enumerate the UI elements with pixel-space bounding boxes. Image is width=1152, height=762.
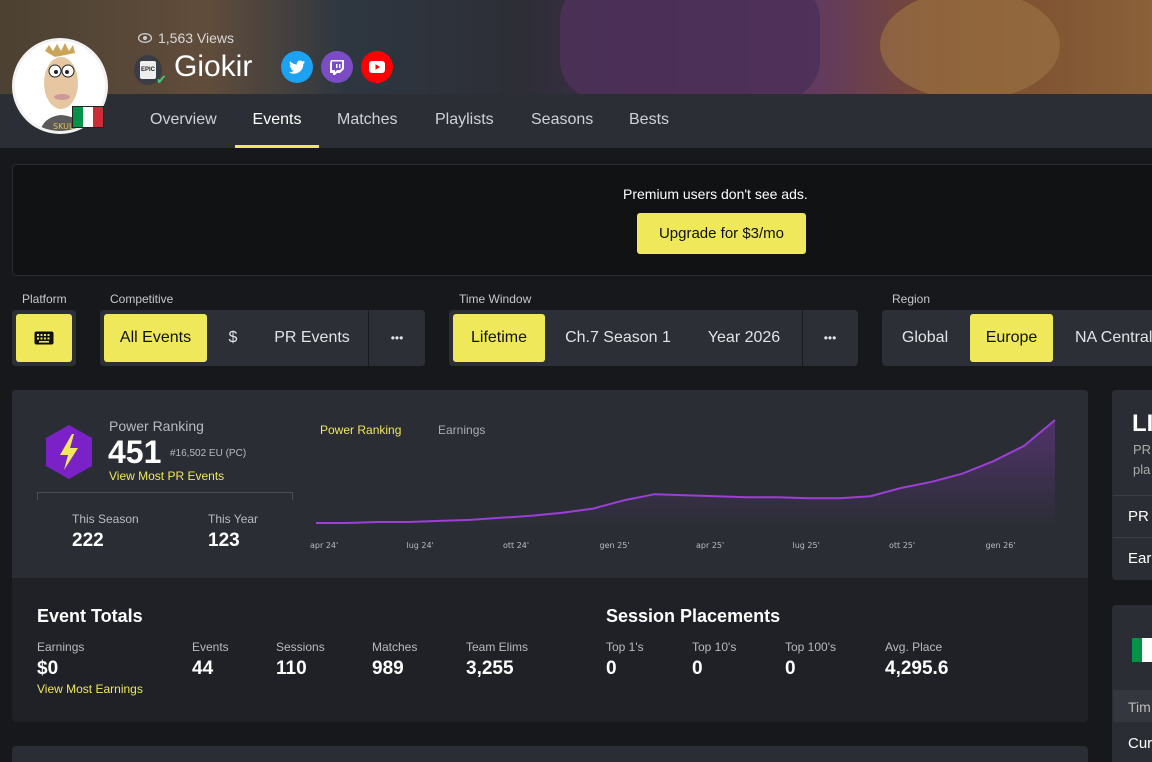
top10-label: Top 10's — [692, 640, 737, 654]
tab-overview[interactable]: Overview — [150, 94, 217, 148]
banner-art-2 — [880, 0, 1060, 94]
all-events-button[interactable]: All Events — [104, 314, 207, 362]
username: Giokir — [174, 50, 253, 83]
top1-value: 0 — [606, 658, 617, 679]
power-ranking-icon — [46, 425, 92, 479]
region-label: Region — [892, 292, 931, 306]
season-button[interactable]: Ch.7 Season 1 — [556, 314, 680, 362]
top100-label: Top 100's — [785, 640, 836, 654]
earnings-filter-button[interactable]: $ — [215, 314, 251, 362]
verified-check-icon: ✔ — [156, 72, 167, 87]
year-button[interactable]: Year 2026 — [694, 314, 794, 362]
divider — [368, 310, 369, 366]
right-panel-row1: PR — [1128, 508, 1149, 525]
x-tick-label: apr 25' — [696, 541, 724, 550]
tab-bests[interactable]: Bests — [629, 94, 669, 148]
top100-value: 0 — [785, 658, 796, 679]
sessions-label: Sessions — [276, 640, 325, 654]
matches-label: Matches — [372, 640, 418, 654]
x-tick-label: ott 25' — [889, 541, 915, 550]
this-season-value: 222 — [72, 530, 104, 551]
time-window-label: Time Window — [459, 292, 532, 306]
sessions-value: 110 — [276, 658, 307, 679]
view-most-pr-events-link[interactable]: View Most PR Events — [109, 469, 224, 483]
tab-matches[interactable]: Matches — [337, 94, 397, 148]
views-text: 1,563 Views — [158, 30, 235, 46]
region-global-button[interactable]: Global — [892, 314, 958, 362]
svg-text:SKUL: SKUL — [53, 122, 74, 131]
avg-place-label: Avg. Place — [885, 640, 943, 654]
this-season-label: This Season — [72, 512, 139, 526]
this-year-value: 123 — [208, 530, 240, 551]
x-tick-label: lug 25' — [793, 541, 820, 550]
right-panel-line2: pla — [1133, 462, 1151, 477]
avg-place-value: 4,295.6 — [885, 658, 949, 679]
competitive-label: Competitive — [110, 292, 174, 306]
country-flag-icon — [1132, 638, 1152, 662]
right-panel-line1: PR — [1133, 442, 1152, 457]
eye-icon — [138, 33, 152, 43]
region-na-central-button[interactable]: NA Central — [1064, 314, 1152, 362]
lifetime-button[interactable]: Lifetime — [453, 314, 545, 362]
session-placements-title: Session Placements — [606, 606, 781, 626]
ad-panel — [12, 164, 1152, 276]
competitive-more-button[interactable]: ••• — [372, 314, 422, 362]
twitter-icon[interactable] — [281, 51, 313, 83]
earnings-label: Earnings — [37, 640, 85, 654]
chart-area — [316, 420, 1055, 523]
x-tick-label: lug 24' — [407, 541, 434, 550]
right-panel-title: LI — [1132, 410, 1152, 437]
event-totals-title: Event Totals — [37, 606, 143, 626]
keyboard-platform-button[interactable] — [16, 314, 72, 362]
right-panel-row3: Tim — [1128, 699, 1151, 715]
twitch-icon[interactable] — [321, 51, 353, 83]
view-most-earnings-link[interactable]: View Most Earnings — [37, 682, 143, 696]
time-more-button[interactable]: ••• — [806, 314, 854, 362]
pr-events-button[interactable]: PR Events — [262, 314, 362, 362]
views-count: 1,563 Views — [138, 30, 234, 46]
divider — [37, 492, 293, 500]
upgrade-button[interactable]: Upgrade for $3/mo — [637, 213, 806, 254]
youtube-icon[interactable] — [361, 51, 393, 83]
keyboard-icon — [34, 331, 54, 345]
power-ranking-sub: #16,502 EU (PC) — [170, 448, 247, 459]
top1-label: Top 1's — [606, 640, 644, 654]
team-elims-value: 3,255 — [466, 658, 514, 679]
region-europe-button[interactable]: Europe — [970, 314, 1053, 362]
power-ranking-chart: apr 24' lug 24' ott 24' gen 25' apr 25' lug 2… — [310, 419, 1056, 550]
this-year-label: This Year — [208, 512, 259, 526]
power-ranking-value: 451 — [108, 434, 162, 470]
x-tick-label: apr 24' — [310, 541, 338, 550]
x-tick-label: ott 24' — [503, 541, 529, 550]
events-value: 44 — [192, 658, 214, 679]
right-panel-row2: Ear — [1128, 550, 1152, 567]
divider — [1113, 495, 1152, 496]
tab-seasons[interactable]: Seasons — [531, 94, 593, 148]
matches-value: 989 — [372, 658, 404, 679]
tab-playlists[interactable]: Playlists — [435, 94, 494, 148]
next-card — [12, 746, 1088, 762]
banner-art — [560, 0, 820, 94]
divider — [1113, 537, 1152, 538]
earnings-value: $0 — [37, 658, 59, 679]
platform-label: Platform — [22, 292, 67, 306]
x-tick-label: gen 25' — [600, 541, 630, 550]
divider — [802, 310, 803, 366]
country-flag-icon — [72, 106, 104, 128]
ad-text: Premium users don't see ads. — [623, 186, 808, 202]
right-panel-row4: Cur — [1128, 735, 1152, 752]
tab-events[interactable]: Events — [235, 94, 319, 148]
x-tick-label: gen 26' — [986, 541, 1016, 550]
events-label: Events — [192, 640, 229, 654]
power-ranking-label: Power Ranking — [109, 418, 204, 434]
profile-banner — [0, 0, 1152, 94]
top10-value: 0 — [692, 658, 703, 679]
team-elims-label: Team Elims — [466, 640, 529, 654]
